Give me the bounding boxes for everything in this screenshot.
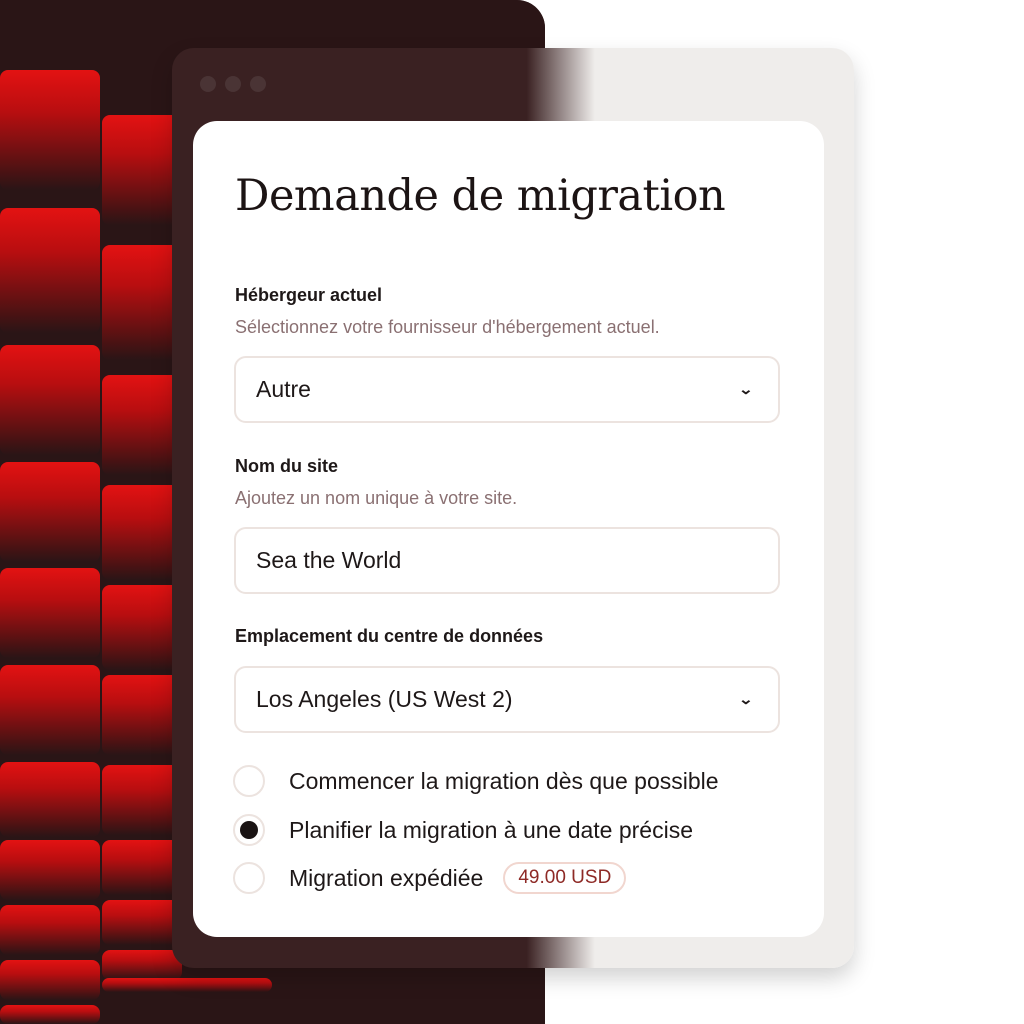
decorative-bar bbox=[102, 115, 182, 225]
option-scheduled[interactable]: Planifier la migration à une date précis… bbox=[233, 810, 693, 850]
decorative-bar bbox=[0, 70, 100, 190]
decorative-bar bbox=[0, 462, 100, 562]
decorative-bar bbox=[102, 900, 182, 945]
radio-expedited[interactable] bbox=[233, 862, 265, 894]
decorative-bar bbox=[0, 208, 100, 333]
page-title: Demande de migration bbox=[235, 171, 726, 221]
decorative-bar bbox=[102, 585, 182, 670]
host-hint: Sélectionnez votre fournisseur d'héberge… bbox=[235, 317, 660, 337]
decorative-bar bbox=[102, 765, 182, 835]
decorative-bar bbox=[0, 1005, 100, 1024]
host-select[interactable]: Autre ⌄ bbox=[234, 356, 780, 423]
option-expedited-label: Migration expédiée bbox=[289, 864, 484, 891]
migration-form-card: Demande de migration Hébergeur actuel Sé… bbox=[193, 121, 824, 937]
decorative-bar bbox=[102, 978, 272, 992]
decorative-bar bbox=[102, 245, 182, 360]
site-name-input[interactable]: Sea the World bbox=[234, 527, 780, 594]
window-controls bbox=[200, 76, 266, 92]
datacenter-select-value: Los Angeles (US West 2) bbox=[256, 686, 513, 712]
radio-asap[interactable] bbox=[233, 765, 265, 797]
chevron-down-icon: ⌄ bbox=[738, 381, 754, 397]
decorative-bar bbox=[0, 665, 100, 755]
window-dot bbox=[250, 76, 266, 92]
price-badge: 49.00 USD bbox=[503, 862, 627, 894]
decorative-bar bbox=[0, 345, 100, 455]
decorative-bar bbox=[102, 675, 182, 755]
site-name-label: Nom du site bbox=[235, 456, 339, 476]
option-scheduled-label: Planifier la migration à une date précis… bbox=[289, 816, 694, 843]
decorative-bar bbox=[0, 568, 100, 658]
window-dot bbox=[200, 76, 216, 92]
decorative-bar bbox=[0, 762, 100, 837]
datacenter-label: Emplacement du centre de données bbox=[235, 626, 544, 646]
decorative-bar bbox=[102, 950, 182, 980]
radio-scheduled[interactable] bbox=[233, 814, 265, 846]
decorative-bar bbox=[102, 840, 182, 895]
decorative-bar bbox=[102, 375, 182, 475]
host-label: Hébergeur actuel bbox=[235, 285, 383, 305]
decorative-bar bbox=[0, 960, 100, 1000]
site-name-value: Sea the World bbox=[256, 547, 402, 573]
option-expedited[interactable]: Migration expédiée 49.00 USD bbox=[233, 858, 627, 898]
window-dot bbox=[225, 76, 241, 92]
chevron-down-icon: ⌄ bbox=[738, 691, 754, 707]
site-name-hint: Ajoutez un nom unique à votre site. bbox=[235, 488, 518, 508]
option-asap[interactable]: Commencer la migration dès que possible bbox=[233, 761, 719, 801]
option-asap-label: Commencer la migration dès que possible bbox=[289, 767, 719, 794]
datacenter-select[interactable]: Los Angeles (US West 2) ⌄ bbox=[234, 666, 780, 733]
decorative-bar bbox=[0, 905, 100, 955]
host-select-value: Autre bbox=[256, 376, 311, 402]
decorative-bar bbox=[102, 485, 182, 580]
decorative-bar bbox=[0, 840, 100, 900]
